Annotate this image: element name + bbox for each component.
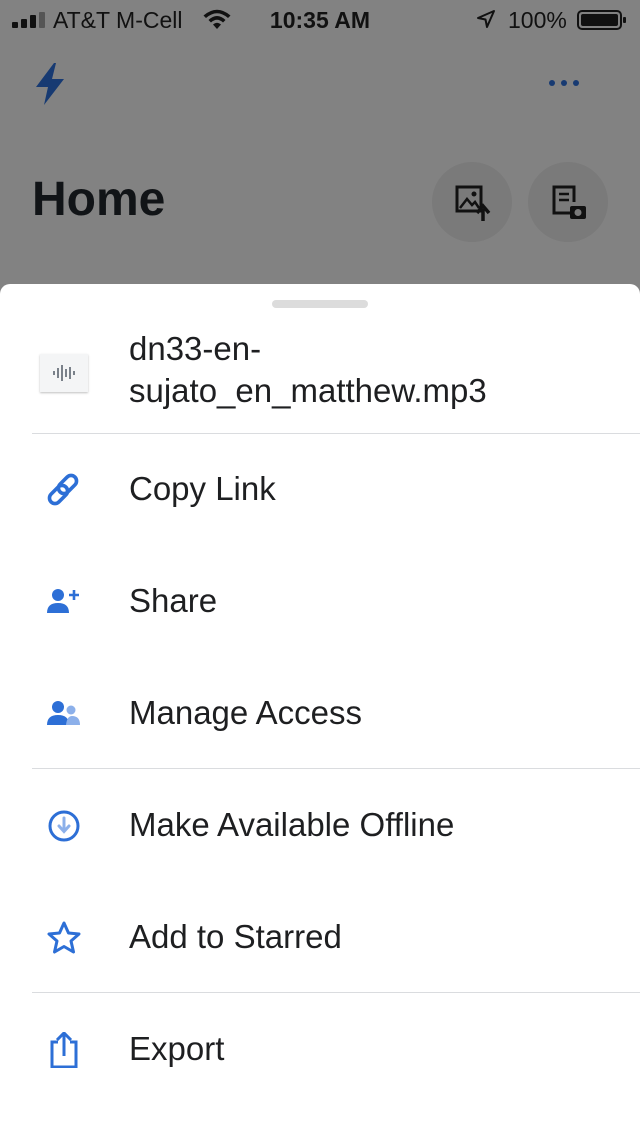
people-icon bbox=[47, 701, 80, 725]
divider bbox=[32, 992, 640, 993]
star-icon bbox=[47, 921, 81, 954]
scan-document-button[interactable] bbox=[528, 162, 608, 242]
file-header: dn33-en-sujato_en_matthew.mp3 bbox=[0, 324, 640, 434]
page-title: Home bbox=[32, 173, 166, 226]
download-circle-icon bbox=[48, 810, 80, 842]
location-arrow-icon bbox=[477, 10, 495, 28]
file-thumbnail bbox=[40, 354, 88, 392]
upload-photo-icon bbox=[455, 185, 491, 221]
action-sheet: dn33-en-sujato_en_matthew.mp3 Copy Link … bbox=[0, 284, 640, 1136]
menu-item-label: Make Available Offline bbox=[129, 806, 455, 843]
status-bar: AT&T M-Cell 10:35 AM 100% bbox=[0, 0, 640, 40]
menu-item-label: Copy Link bbox=[129, 470, 276, 507]
export-icon bbox=[50, 1032, 78, 1068]
link-icon bbox=[47, 473, 79, 506]
menu-item-add-to-starred[interactable]: Add to Starred bbox=[0, 882, 640, 994]
menu-item-manage-access[interactable]: Manage Access bbox=[0, 658, 640, 770]
menu-item-export[interactable]: Export bbox=[0, 994, 640, 1106]
upload-photo-button[interactable] bbox=[432, 162, 512, 242]
menu-item-copy-link[interactable]: Copy Link bbox=[0, 434, 640, 546]
file-name: dn33-en-sujato_en_matthew.mp3 bbox=[129, 330, 487, 409]
menu-item-label: Manage Access bbox=[129, 694, 362, 731]
menu-item-label: Share bbox=[129, 582, 218, 619]
more-dots-icon[interactable] bbox=[540, 68, 588, 98]
share-person-plus-icon bbox=[47, 589, 79, 613]
scan-document-icon bbox=[552, 185, 586, 219]
divider bbox=[32, 768, 640, 769]
menu-item-make-available-offline[interactable]: Make Available Offline bbox=[0, 770, 640, 882]
bolt-icon[interactable] bbox=[32, 62, 68, 106]
menu-item-label: Export bbox=[129, 1030, 225, 1067]
dimmed-background[interactable] bbox=[0, 0, 640, 300]
battery-percentage: 100% bbox=[508, 7, 567, 33]
battery-icon bbox=[577, 10, 626, 30]
menu-item-label: Add to Starred bbox=[129, 918, 342, 955]
audio-waveform-icon bbox=[53, 365, 75, 381]
sheet-grabber[interactable] bbox=[272, 300, 368, 308]
menu-item-share[interactable]: Share bbox=[0, 546, 640, 658]
